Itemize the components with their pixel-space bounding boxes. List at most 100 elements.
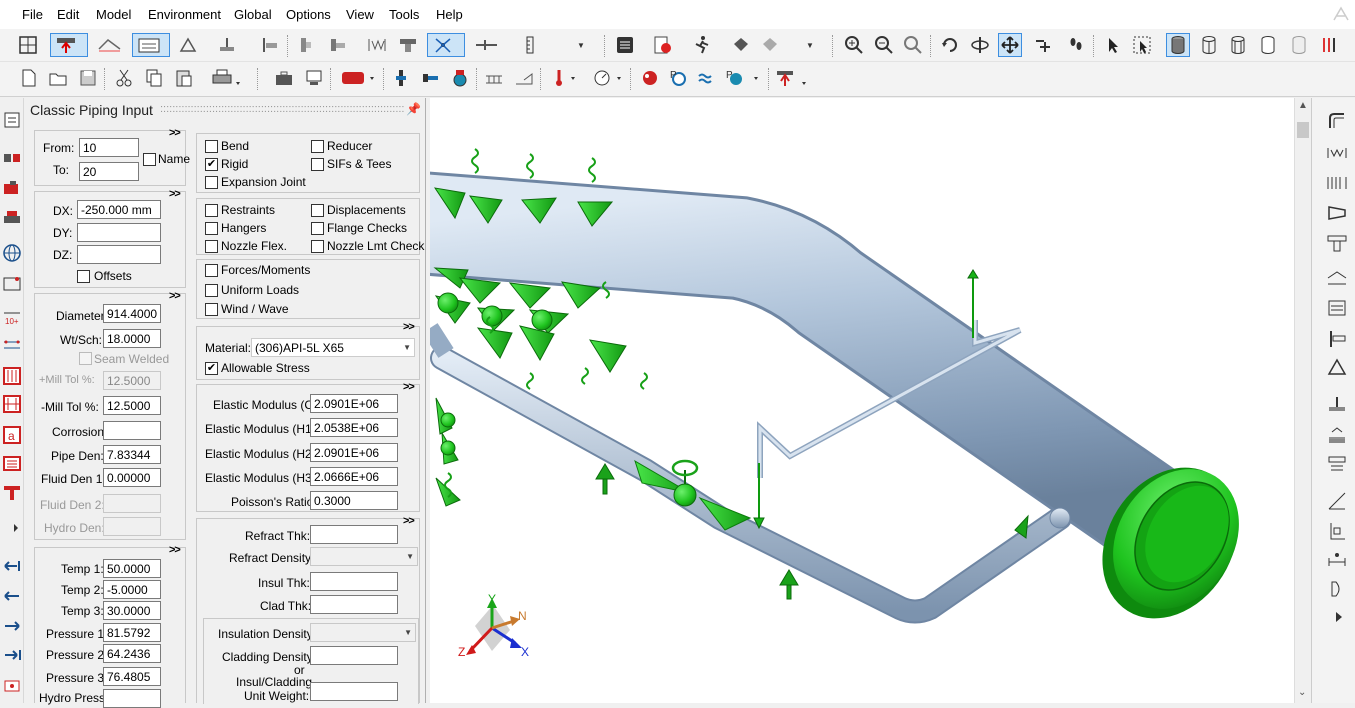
node-tree-button[interactable]: [427, 33, 465, 57]
equipment-icon[interactable]: [448, 66, 472, 90]
slope-tool-icon[interactable]: [1326, 490, 1348, 512]
temp2-field[interactable]: -5.0000: [103, 580, 161, 599]
clad-thk-field[interactable]: [310, 595, 398, 614]
pin-icon[interactable]: 📌: [406, 102, 421, 116]
support-icon[interactable]: [215, 33, 239, 57]
minus-mill-field[interactable]: 12.5000: [103, 396, 161, 415]
thermometer-icon[interactable]: [547, 66, 581, 90]
fluid-den2-field[interactable]: [103, 494, 161, 513]
displacements-checkbox[interactable]: [311, 204, 324, 217]
arrow-right-bar-icon[interactable]: [2, 645, 22, 665]
expand-material-button[interactable]: >>: [403, 321, 415, 333]
hanger-tool-icon[interactable]: [1326, 452, 1348, 474]
list-view-icon[interactable]: [613, 33, 637, 57]
pan-icon[interactable]: [998, 33, 1022, 57]
run-analysis-icon[interactable]: [690, 33, 714, 57]
report-icon[interactable]: [2, 454, 22, 474]
rigid-checkbox[interactable]: ✔: [205, 158, 218, 171]
print-preview-icon[interactable]: [2, 110, 22, 130]
clad-density-field[interactable]: [310, 646, 398, 665]
measure-icon[interactable]: [2, 334, 22, 354]
pressure2-field[interactable]: 64.2436: [103, 644, 161, 663]
material-select[interactable]: (306)API-5L X65 ▼: [251, 338, 415, 357]
new-element-icon[interactable]: [2, 674, 22, 694]
flange-icon[interactable]: [294, 33, 318, 57]
insert-icon[interactable]: [2, 178, 22, 198]
new-file-icon[interactable]: [17, 66, 41, 90]
list-input-button[interactable]: [132, 33, 170, 57]
copy-icon[interactable]: [142, 66, 166, 90]
hydro-press-field[interactable]: [103, 689, 161, 708]
tee-icon[interactable]: [396, 33, 420, 57]
poisson-field[interactable]: 0.3000: [310, 491, 398, 510]
piping-model-drawing[interactable]: Y N Z X: [430, 98, 1294, 703]
menu-file[interactable]: File: [22, 7, 43, 22]
insul-density-select[interactable]: ▼: [310, 623, 416, 642]
dy-field[interactable]: [77, 223, 161, 242]
reducer-tool-icon[interactable]: [1326, 202, 1348, 224]
expand-delta-button[interactable]: >>: [169, 188, 181, 200]
wind-wave-checkbox[interactable]: [205, 303, 218, 316]
menu-view[interactable]: View: [346, 7, 374, 22]
bend-tool-icon[interactable]: [1326, 110, 1348, 132]
monitor-icon[interactable]: [302, 66, 326, 90]
static-output-icon[interactable]: [757, 33, 789, 57]
temp3-field[interactable]: 30.0000: [103, 601, 161, 620]
end-cap-tool-icon[interactable]: [1326, 578, 1348, 600]
guide-tool-icon[interactable]: [1326, 424, 1348, 446]
orbit-icon[interactable]: [968, 33, 992, 57]
em-h1-field[interactable]: 2.0538E+06: [310, 418, 398, 437]
zoom-out-icon[interactable]: [872, 33, 896, 57]
menu-options[interactable]: Options: [286, 7, 331, 22]
toolbar-overflow2-icon[interactable]: ▼: [806, 41, 814, 50]
restraints-checkbox[interactable]: [205, 204, 218, 217]
cut-icon[interactable]: [112, 66, 136, 90]
expansion-joint-icon[interactable]: [365, 33, 389, 57]
increment-icon[interactable]: 10+: [2, 307, 22, 327]
diameter-field[interactable]: 914.4000: [103, 304, 161, 323]
plus-mill-field[interactable]: 12.5000: [103, 371, 161, 390]
dimension-tool-icon[interactable]: [1326, 548, 1348, 570]
fluid-den1-field[interactable]: 0.00000: [103, 468, 161, 487]
tee-tool-icon[interactable]: [1326, 232, 1348, 254]
strip-more-icon[interactable]: [1328, 606, 1350, 628]
offsets-checkbox[interactable]: [77, 270, 90, 283]
bellows-tool-icon[interactable]: [1326, 172, 1348, 194]
temp1-field[interactable]: 50.0000: [103, 559, 161, 578]
insclad-unit-weight-field[interactable]: [310, 682, 398, 701]
error-check-icon[interactable]: [650, 33, 682, 57]
pressure-gauge-icon[interactable]: [589, 66, 625, 90]
nozzle-icon[interactable]: [418, 66, 442, 90]
flange-checks-checkbox[interactable]: [311, 222, 324, 235]
pressure1-field[interactable]: 81.5792: [103, 623, 161, 642]
render-hidden-icon[interactable]: [1256, 33, 1280, 57]
paste-icon[interactable]: [172, 66, 196, 90]
toolbar-overflow-icon[interactable]: ▼: [577, 41, 585, 50]
delete-icon[interactable]: [2, 208, 22, 228]
insul-thk-field[interactable]: [310, 572, 398, 591]
add-element-icon[interactable]: [1030, 33, 1054, 57]
spec-icon[interactable]: [337, 66, 377, 90]
wave-load-icon[interactable]: [694, 66, 718, 90]
elevation-tool-icon[interactable]: [1326, 520, 1348, 542]
hangers-checkbox[interactable]: [205, 222, 218, 235]
node-icon[interactable]: [258, 33, 282, 57]
uniform-loads-checkbox[interactable]: [205, 284, 218, 297]
refract-thk-field[interactable]: [310, 525, 398, 544]
name-checkbox[interactable]: [143, 153, 156, 166]
em-h2-field[interactable]: 2.0901E+06: [310, 443, 398, 462]
classic-input-button[interactable]: [50, 33, 88, 57]
node-tool-icon[interactable]: [1326, 328, 1348, 350]
menu-global[interactable]: Global: [234, 7, 272, 22]
open-folder-icon[interactable]: [46, 66, 70, 90]
refract-density-select[interactable]: ▼: [310, 547, 418, 566]
expand-strip-icon[interactable]: [2, 518, 22, 538]
pressure3-field[interactable]: 76.4805: [103, 667, 161, 686]
arrow-left-bar-icon[interactable]: [2, 556, 22, 576]
to-field[interactable]: 20: [79, 162, 139, 181]
footprints-icon[interactable]: [1064, 33, 1088, 57]
scroll-thumb[interactable]: [1297, 122, 1309, 138]
ruler-icon[interactable]: [518, 33, 542, 57]
scroll-up-icon[interactable]: ▲: [1298, 100, 1308, 111]
arrow-right-icon[interactable]: [2, 616, 22, 636]
